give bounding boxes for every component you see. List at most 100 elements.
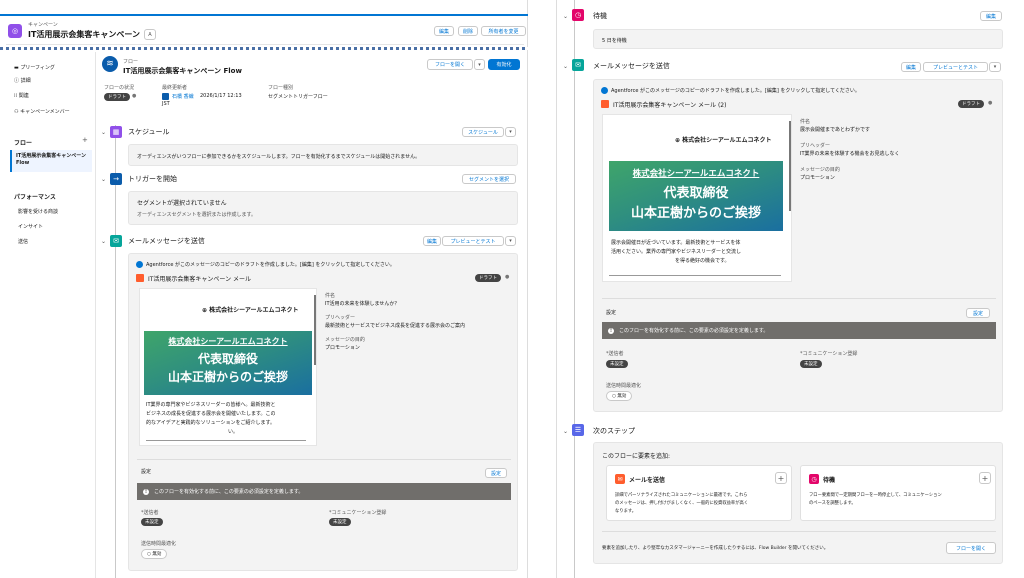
record-title: IT活用展示会集客キャンペーン [28, 30, 141, 39]
email1-preview-button[interactable]: プレビューとテスト [442, 236, 504, 246]
wait-chevron[interactable]: ⌄ [563, 13, 568, 20]
next-title: 次のステップ [593, 427, 635, 435]
email2-preview-frame[interactable]: ⊕ 株式会社シーアールエムコネクト 株式会社シーアールエムコネクト 代表取締役 … [602, 114, 792, 282]
modified-by-user[interactable]: 石橋 香織 [172, 93, 194, 100]
hero-company: 株式会社シーアールエムコネクト [168, 337, 288, 346]
sidebar-item-details[interactable]: ⓘ 詳細 [14, 77, 31, 84]
hero-line1: 代表取締役 [197, 352, 258, 366]
email1-body-1: ビジネスの成長を促進する展示会を開催いたします。この [146, 411, 276, 417]
email-icon: ✉ [110, 235, 122, 247]
preview-scrollbar-2[interactable] [789, 121, 791, 211]
preview-hscroll[interactable] [146, 440, 306, 441]
schedule-title: スケジュール [128, 128, 170, 136]
sidebar: ▬ プリーフィング ⓘ 詳細 ⁞⁞ 関連 ⚇ キャンペーンメンバー フロー + … [0, 52, 96, 578]
delete-button[interactable]: 削除 [458, 26, 478, 36]
email2-settings-title: 設定 [606, 310, 617, 316]
email2-sender-label: *送信者 [606, 351, 624, 357]
add-flow-icon[interactable]: + [82, 136, 88, 144]
sidebar-item-insights[interactable]: インサイト [18, 223, 43, 230]
next-chevron[interactable]: ⌄ [563, 428, 568, 435]
open-flow-button[interactable]: フローを開く [427, 59, 473, 70]
opt-value: 無効 [152, 552, 162, 557]
schedule-dropdown[interactable]: ▾ [505, 127, 516, 137]
email2-opt-radio[interactable]: ○ 無効 [606, 391, 633, 401]
email1-preheader-label: プリヘッダー [325, 315, 356, 321]
email1-subject-label: 件名 [325, 293, 336, 299]
email1-chevron[interactable]: ⌄ [101, 238, 106, 245]
email2-sender-badge: 未設定 [606, 360, 628, 368]
sidebar-item-sends[interactable]: 送信 [18, 238, 28, 245]
email2-settings-button[interactable]: 設定 [966, 308, 990, 318]
flow-icon: ≋ [102, 56, 118, 72]
email1-preview-frame[interactable]: ⊕ 株式会社シーアールエムコネクト 株式会社シーアールエムコネクト 代表取締役 … [139, 288, 317, 446]
opt-value: 無効 [617, 394, 627, 399]
email2-preview-button[interactable]: プレビューとテスト [923, 62, 988, 72]
email2-mail-name: IT活用展示会集客キャンペーン メール (2) [613, 102, 727, 109]
add-wait-desc-0: フロー要素間で一定期間フローを一時停止して、コミュニケーション [809, 493, 942, 498]
email1-commsub-label: *コミュニケーション登録 [329, 510, 387, 516]
email2-opt-label: 送信時間最適化 [606, 383, 642, 389]
sidebar-item-members[interactable]: ⚇ キャンペーンメンバー [14, 108, 70, 115]
email1-sender-badge: 未設定 [141, 518, 163, 526]
preview-scrollbar[interactable] [314, 295, 316, 365]
sidebar-item-label: 関連 [18, 93, 29, 99]
activate-button[interactable]: 有効化 [488, 59, 520, 70]
flow-status-label: フローの状況 [104, 85, 135, 91]
email1-agent-note: Agentforce がこのメッセージのコピーのドラフトを作成しました。[編集]… [146, 262, 395, 268]
email1-dropdown[interactable]: ▾ [505, 236, 516, 246]
schedule-button[interactable]: スケジュール [462, 127, 504, 137]
warning-text: このフローを有効化する前に、この要素の必須設定を定義します。 [154, 489, 304, 495]
user-avatar-icon [162, 93, 169, 100]
preview-hscroll-2[interactable] [609, 275, 781, 276]
company-name: 株式会社シーアールエムコネクト [209, 307, 299, 314]
change-owner-button[interactable]: 所有者を変更 [481, 26, 526, 36]
email2-body-0: 展示会開催日が近づいています。最新技術とサービスを体 [611, 240, 741, 246]
next-open-flow-button[interactable]: フローを開く [946, 542, 996, 554]
add-wait-plus-button[interactable]: + [979, 472, 991, 484]
hero-company-2: 株式会社シーアールエムコネクト [632, 169, 760, 179]
sidebar-item-influenced[interactable]: 影響を受ける商談 [18, 208, 58, 215]
add-email-card[interactable]: ✉ メールを送信 + 詳細でパーソナライズされたコミュニケーションに最適です。こ… [606, 465, 792, 521]
email1-mail-name: IT活用展示会集客キャンペーン メール [148, 276, 252, 283]
trigger-line2: オーディエンスセグメントを選択または作成します。 [137, 212, 257, 218]
sidebar-flow-item-label: IT活用展示会集客キャンペーン Flow [16, 153, 87, 166]
email1-opt-radio[interactable]: ○ 無効 [141, 549, 168, 559]
sidebar-item-related[interactable]: ⁞⁞ 関連 [14, 92, 29, 99]
email2-edit-button[interactable]: 編集 [901, 62, 921, 72]
email-step-icon: ✉ [615, 474, 625, 484]
trigger-card: セグメントが選択されていません オーディエンスセグメントを選択または作成します。 [128, 191, 518, 225]
select-segment-button[interactable]: セグメントを選択 [462, 174, 516, 184]
open-flow-dropdown[interactable]: ▾ [474, 59, 485, 70]
email2-body-1: 活用ください。業界の専門家やビジネスリーダーと交流し [611, 249, 742, 255]
add-email-desc-0: 詳細でパーソナライズされたコミュニケーションに最適です。これら [615, 493, 748, 498]
company-name: 株式会社シーアールエムコネクト [682, 137, 772, 144]
edit-button[interactable]: 編集 [434, 26, 454, 36]
email1-settings-button[interactable]: 設定 [485, 468, 507, 478]
email1-opt-label: 送信時間最適化 [141, 541, 177, 547]
flow-type-value: セグメントトリガーフロー [268, 94, 328, 100]
email2-purpose: プロモーション [800, 175, 835, 181]
sidebar-item-label: プリーフィング [20, 65, 55, 71]
email2-hero: 株式会社シーアールエムコネクト 代表取締役 山本正樹からのご挨拶 [609, 161, 783, 231]
add-wait-card[interactable]: ◷ 待機 + フロー要素間で一定期間フローを一時停止して、コミュニケーション の… [800, 465, 996, 521]
email2-subject: 展示会開催まであとわずかです [800, 127, 870, 133]
next-card: このフローに要素を追加: ✉ メールを送信 + 詳細でパーソナライズされたコミュ… [593, 442, 1003, 564]
email1-purpose: プロモーション [325, 345, 360, 351]
title-action-icon[interactable]: A [144, 29, 156, 40]
wait-edit-button[interactable]: 編集 [980, 11, 1002, 21]
mail-doc-icon-2 [601, 100, 609, 108]
flow-meta: フローの状況 ドラフト ● 最終更新者 石橋 香織 2026/1/17 12:1… [104, 84, 524, 112]
email2-chevron[interactable]: ⌄ [563, 63, 568, 70]
steps-icon: ☰ [572, 424, 584, 436]
mail-doc-icon [136, 274, 144, 282]
trigger-chevron[interactable]: ⌄ [101, 176, 106, 183]
schedule-chevron[interactable]: ⌄ [101, 129, 106, 136]
email1-edit-button[interactable]: 編集 [423, 236, 441, 246]
flow-header: ≋ フロー IT活用展示会集客キャンペーン Flow フローを開く ▾ 有効化 [100, 52, 524, 78]
email2-dropdown[interactable]: ▾ [989, 62, 1001, 72]
sidebar-flow-item[interactable]: IT活用展示会集客キャンペーン Flow [10, 150, 92, 172]
sidebar-item-briefing[interactable]: ▬ プリーフィング [14, 64, 55, 71]
flow-status-badge: ドラフト [104, 93, 130, 101]
modified-at: 2026/1/17 12:13 [200, 93, 242, 99]
add-email-plus-button[interactable]: + [775, 472, 787, 484]
